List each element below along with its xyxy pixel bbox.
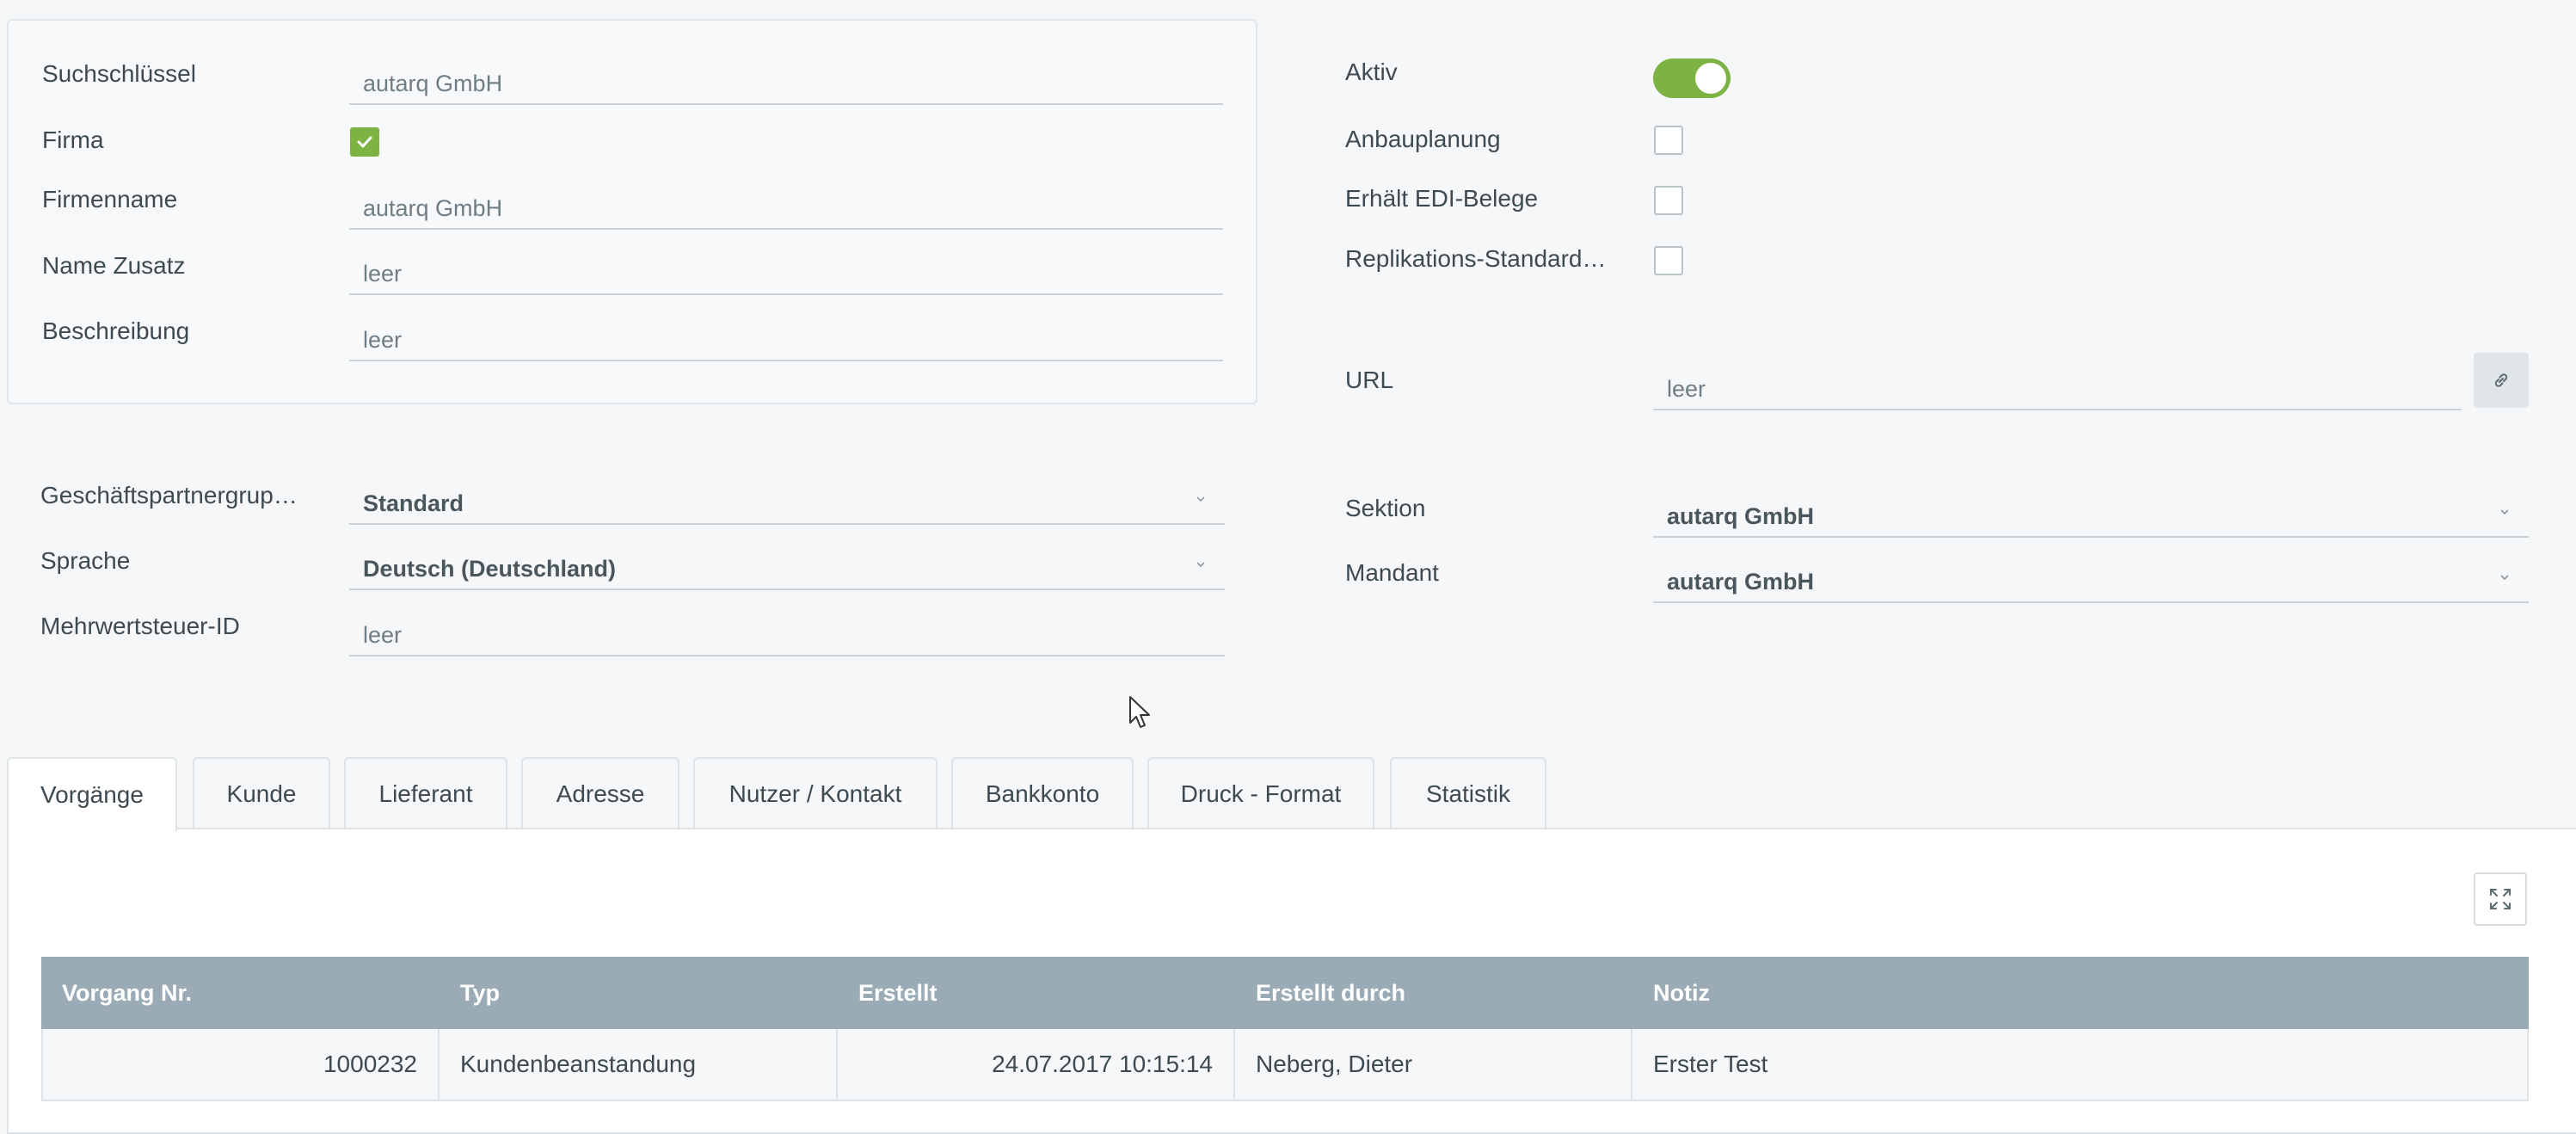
edi-documents-label: Erhält EDI-Belege	[1345, 185, 1539, 212]
tab-adresse[interactable]: Adresse	[521, 757, 679, 829]
cell-erstellt: 24.07.2017 10:15:14	[838, 1029, 1235, 1101]
company-name-value: autarq GmbH	[363, 195, 503, 221]
cell-erstellt-durch: Neberg, Dieter	[1235, 1029, 1632, 1101]
open-url-button[interactable]	[2474, 353, 2529, 408]
name-addition-label: Name Zusatz	[42, 252, 186, 279]
tab-lieferant[interactable]: Lieferant	[344, 757, 507, 829]
name-addition-field[interactable]: leer	[349, 250, 1223, 295]
search-key-value: autarq GmbH	[363, 71, 503, 96]
replication-standard-label: Replikations-Standard…	[1345, 245, 1607, 272]
tab-druck-format[interactable]: Druck - Format	[1147, 757, 1374, 829]
company-name-field[interactable]: autarq GmbH	[349, 185, 1223, 230]
client-label: Mandant	[1345, 559, 1439, 586]
partner-group-label: Geschäftspartnergrup…	[40, 482, 298, 508]
chevron-down-icon	[2500, 509, 2509, 515]
url-label: URL	[1345, 367, 1394, 393]
vat-id-label: Mehrwertsteuer-ID	[40, 613, 240, 639]
description-label: Beschreibung	[42, 317, 190, 344]
chevron-down-icon	[1196, 562, 1205, 568]
tab-nutzer-kontakt[interactable]: Nutzer / Kontakt	[693, 757, 938, 829]
url-field[interactable]: leer	[1653, 366, 2462, 410]
column-header-erstellt[interactable]: Erstellt	[838, 957, 1235, 1029]
company-name-label: Firmenname	[42, 186, 178, 213]
expand-button[interactable]	[2474, 872, 2527, 926]
search-key-field[interactable]: autarq GmbH	[349, 60, 1223, 105]
search-key-label: Suchschlüssel	[42, 60, 196, 87]
vat-id-value: leer	[363, 622, 403, 648]
cell-notiz: Erster Test	[1632, 1029, 2529, 1101]
chevron-down-icon	[1196, 496, 1205, 502]
name-addition-value: leer	[363, 261, 403, 287]
description-field[interactable]: leer	[349, 317, 1223, 361]
language-select[interactable]: Deutsch (Deutschland)	[349, 545, 1225, 590]
replication-standard-checkbox[interactable]	[1654, 246, 1683, 275]
partner-group-value: Standard	[363, 490, 464, 516]
url-value: leer	[1667, 376, 1706, 402]
column-header-vorgang-nr[interactable]: Vorgang Nr.	[41, 957, 440, 1029]
column-header-typ[interactable]: Typ	[440, 957, 838, 1029]
link-icon	[2494, 373, 2508, 387]
edi-documents-checkbox[interactable]	[1654, 186, 1683, 215]
client-value: autarq GmbH	[1667, 569, 1815, 595]
language-value: Deutsch (Deutschland)	[363, 556, 617, 582]
language-label: Sprache	[40, 547, 131, 574]
tab-vorgaenge[interactable]: Vorgänge	[7, 757, 177, 831]
column-header-notiz[interactable]: Notiz	[1632, 957, 2529, 1029]
fullscreen-icon	[2490, 889, 2511, 909]
chevron-down-icon	[2500, 575, 2509, 581]
company-checkbox[interactable]	[350, 127, 379, 157]
section-value: autarq GmbH	[1667, 503, 1815, 529]
toggle-knob	[1695, 63, 1726, 94]
partner-group-select[interactable]: Standard	[349, 480, 1225, 525]
description-value: leer	[363, 327, 403, 353]
company-label: Firma	[42, 126, 104, 153]
tab-bankkonto[interactable]: Bankkonto	[951, 757, 1134, 829]
column-header-erstellt-durch[interactable]: Erstellt durch	[1235, 957, 1632, 1029]
active-toggle[interactable]	[1653, 59, 1731, 98]
vat-id-field[interactable]: leer	[349, 612, 1225, 656]
cell-typ: Kundenbeanstandung	[440, 1029, 838, 1101]
section-label: Sektion	[1345, 495, 1426, 521]
tab-statistik[interactable]: Statistik	[1390, 757, 1546, 829]
client-select[interactable]: autarq GmbH	[1653, 558, 2529, 603]
mouse-cursor-icon	[1129, 696, 1150, 728]
active-label: Aktiv	[1345, 59, 1398, 85]
check-icon	[357, 136, 372, 148]
tab-kunde[interactable]: Kunde	[193, 757, 330, 829]
cell-vorgang-nr: 1000232	[41, 1029, 440, 1101]
cultivation-planning-checkbox[interactable]	[1654, 126, 1683, 155]
cultivation-planning-label: Anbauplanung	[1345, 126, 1501, 152]
section-select[interactable]: autarq GmbH	[1653, 493, 2529, 538]
